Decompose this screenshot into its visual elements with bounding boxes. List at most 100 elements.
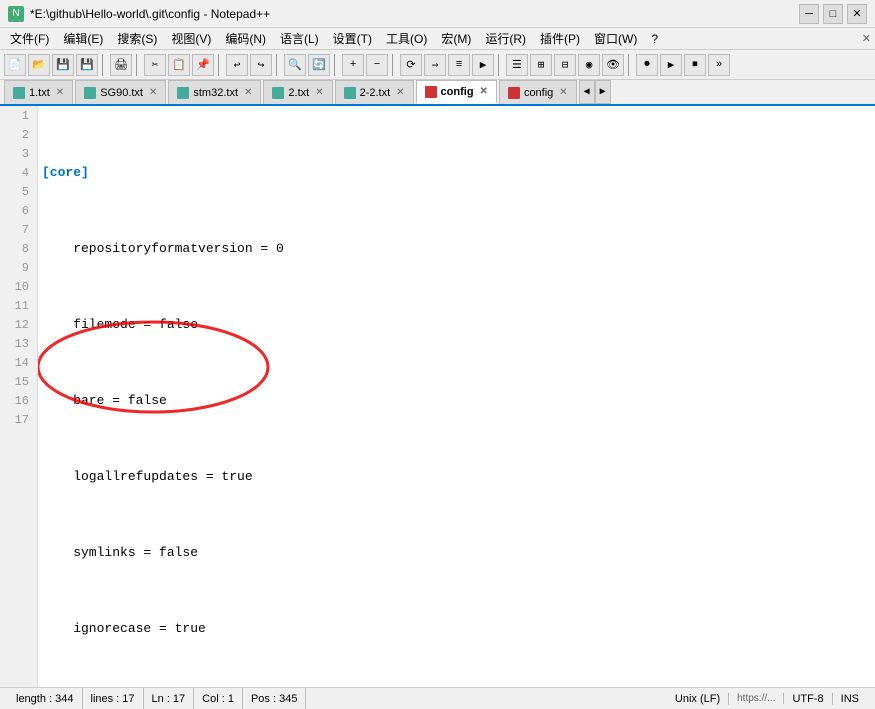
tab-icon-sg90 (84, 87, 96, 99)
status-col: Col : 1 (194, 688, 243, 709)
menu-run[interactable]: 运行(R) (479, 28, 532, 49)
tb-extra3[interactable]: ⊟ (554, 54, 576, 76)
menu-tools[interactable]: 工具(O) (380, 28, 433, 49)
tb-stop[interactable]: ⏹ (684, 54, 706, 76)
tab-stm32[interactable]: stm32.txt ✕ (168, 80, 261, 104)
code-text-7: ignorecase = true (42, 619, 206, 638)
tb-undo[interactable]: ↩ (226, 54, 248, 76)
tab-icon-22txt (344, 87, 356, 99)
status-url-hint: https://... (729, 693, 784, 704)
menu-close-x[interactable]: ✕ (862, 32, 871, 45)
editor-area: 1 2 3 4 5 6 7 8 9 10 11 12 13 14 15 16 1… (0, 106, 875, 687)
tab-close-stm32[interactable]: ✕ (244, 87, 252, 98)
status-encoding[interactable]: UTF-8 (784, 693, 832, 705)
tb-copy[interactable]: 📋 (168, 54, 190, 76)
menu-language[interactable]: 语言(L) (274, 28, 325, 49)
menu-view[interactable]: 视图(V) (165, 28, 217, 49)
title-bar-controls[interactable]: ─ □ ✕ (799, 4, 867, 24)
toolbar: 📄 📂 💾 💾 🖨 ✂ 📋 📌 ↩ ↪ 🔍 🔄 + − ⟳ ⇒ ≡ ▶ ☰ ⊞ … (0, 50, 875, 80)
menu-edit[interactable]: 编辑(E) (57, 28, 109, 49)
tb-rec[interactable]: ⏺ (636, 54, 658, 76)
tb-cut[interactable]: ✂ (144, 54, 166, 76)
tab-label-config2: config (524, 87, 553, 99)
tab-icon-config1 (425, 86, 437, 98)
tb-redo[interactable]: ↪ (250, 54, 272, 76)
tb-saveall[interactable]: 💾 (76, 54, 98, 76)
tab-icon-config2 (508, 87, 520, 99)
line-num-12: 12 (8, 315, 29, 334)
tb-extra4[interactable]: ◉ (578, 54, 600, 76)
line-num-1: 1 (8, 106, 29, 125)
code-line-6: symlinks = false (42, 543, 871, 562)
line-num-2: 2 (8, 125, 29, 144)
tab-label-stm32: stm32.txt (193, 87, 238, 99)
tabs-bar: 1.txt ✕ SG90.txt ✕ stm32.txt ✕ 2.txt ✕ 2… (0, 80, 875, 106)
menu-window[interactable]: 窗口(W) (588, 28, 643, 49)
tb-replace[interactable]: 🔄 (308, 54, 330, 76)
tb-wrap[interactable]: ⇒ (424, 54, 446, 76)
tb-extra2[interactable]: ⊞ (530, 54, 552, 76)
tab-label-2txt: 2.txt (288, 87, 309, 99)
tb-play[interactable]: ▶ (660, 54, 682, 76)
tab-config1[interactable]: config ✕ (416, 80, 497, 104)
tab-close-config1[interactable]: ✕ (480, 86, 488, 97)
minimize-button[interactable]: ─ (799, 4, 819, 24)
tb-zoom-in[interactable]: + (342, 54, 364, 76)
app-icon: N (8, 6, 24, 22)
tab-close-2txt[interactable]: ✕ (315, 87, 323, 98)
code-area[interactable]: [core] repositoryformatversion = 0 filem… (38, 106, 875, 687)
tb-extra1[interactable]: ☰ (506, 54, 528, 76)
tb-sync[interactable]: ⟳ (400, 54, 422, 76)
line-num-14: 14 (8, 353, 29, 372)
menu-encoding[interactable]: 编码(N) (219, 28, 272, 49)
tab-icon-stm32 (177, 87, 189, 99)
tb-print[interactable]: 🖨 (110, 54, 132, 76)
tab-close-1txt[interactable]: ✕ (56, 87, 64, 98)
tab-close-config2[interactable]: ✕ (559, 87, 567, 98)
tab-close-22txt[interactable]: ✕ (396, 87, 404, 98)
tab-22txt[interactable]: 2-2.txt ✕ (335, 80, 414, 104)
title-text: *E:\github\Hello-world\.git\config - Not… (30, 7, 270, 21)
code-line-4: bare = false (42, 391, 871, 410)
code-line-7: ignorecase = true (42, 619, 871, 638)
tb-extra5[interactable]: 👁 (602, 54, 624, 76)
title-bar-left: N *E:\github\Hello-world\.git\config - N… (8, 6, 270, 22)
tab-close-sg90[interactable]: ✕ (149, 87, 157, 98)
tab-sg90[interactable]: SG90.txt ✕ (75, 80, 166, 104)
status-line-ending[interactable]: Unix (LF) (667, 693, 729, 705)
tb-more[interactable]: » (708, 54, 730, 76)
status-right: Unix (LF) https://... UTF-8 INS (667, 693, 867, 705)
menu-macro[interactable]: 宏(M) (435, 28, 477, 49)
tb-open[interactable]: 📂 (28, 54, 50, 76)
line-num-6: 6 (8, 201, 29, 220)
close-button[interactable]: ✕ (847, 4, 867, 24)
tab-scroll-right[interactable]: ▶ (595, 80, 611, 104)
tab-1txt[interactable]: 1.txt ✕ (4, 80, 73, 104)
tb-new[interactable]: 📄 (4, 54, 26, 76)
tb-zoom-out[interactable]: − (366, 54, 388, 76)
status-lines: lines : 17 (83, 688, 144, 709)
tab-label-config1: config (441, 86, 474, 98)
code-text-1: [core] (42, 163, 89, 182)
tb-macro1[interactable]: ▶ (472, 54, 494, 76)
tab-config2[interactable]: config ✕ (499, 80, 577, 104)
menu-file[interactable]: 文件(F) (4, 28, 55, 49)
title-bar: N *E:\github\Hello-world\.git\config - N… (0, 0, 875, 28)
status-bar: length : 344 lines : 17 Ln : 17 Col : 1 … (0, 687, 875, 709)
tb-find[interactable]: 🔍 (284, 54, 306, 76)
menu-settings[interactable]: 设置(T) (327, 28, 378, 49)
tb-paste[interactable]: 📌 (192, 54, 214, 76)
tab-scroll-left[interactable]: ◀ (579, 80, 595, 104)
menu-help[interactable]: ? (645, 30, 664, 48)
code-text-6: symlinks = false (42, 543, 198, 562)
maximize-button[interactable]: □ (823, 4, 843, 24)
menu-plugins[interactable]: 插件(P) (534, 28, 586, 49)
menu-search[interactable]: 搜索(S) (111, 28, 163, 49)
tb-sep1 (102, 54, 106, 76)
tb-save[interactable]: 💾 (52, 54, 74, 76)
tb-sep2 (136, 54, 140, 76)
tb-indent[interactable]: ≡ (448, 54, 470, 76)
tab-2txt[interactable]: 2.txt ✕ (263, 80, 332, 104)
code-text-4: bare = false (42, 391, 167, 410)
line-num-11: 11 (8, 296, 29, 315)
